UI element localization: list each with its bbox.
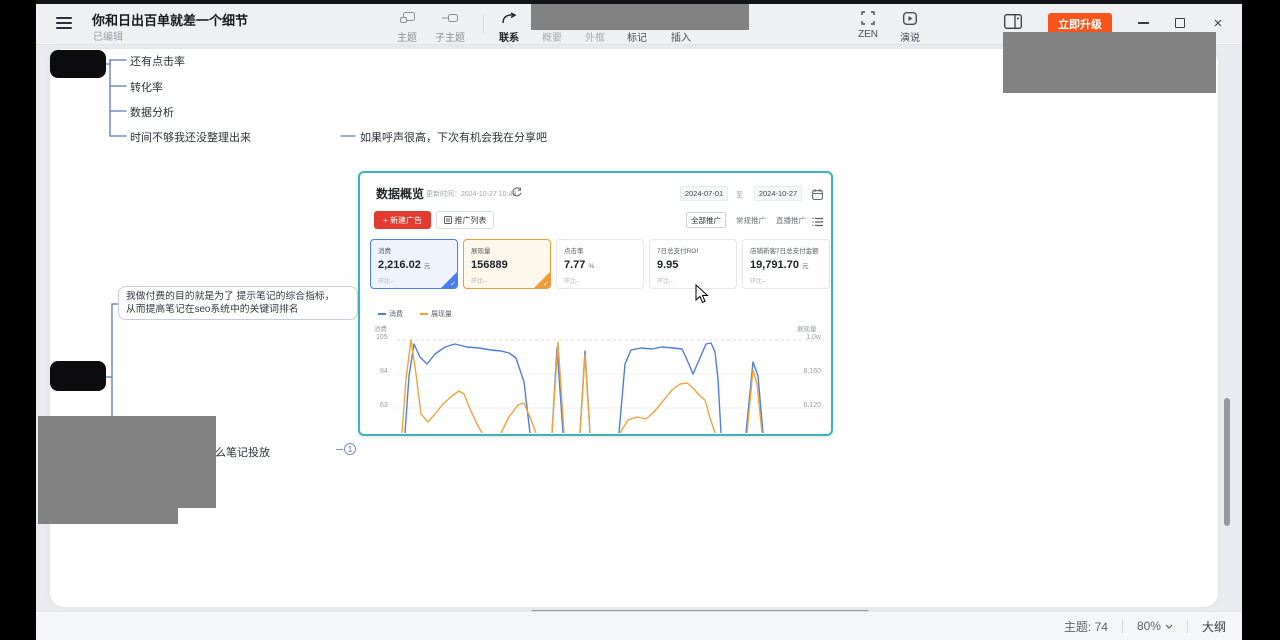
zen-label: ZEN — [846, 29, 890, 40]
zen-mode-button[interactable]: ZEN — [846, 10, 890, 40]
purpose-line-2: 从而提高笔记在seo系统中的关键词排名 — [126, 303, 350, 316]
sidebar-toggle-icon[interactable] — [1004, 14, 1022, 34]
toolbar-topic-label: 主题 — [385, 29, 429, 44]
redacted-root-node-2[interactable] — [50, 361, 106, 391]
toolbar-insert-label: 插入 — [659, 29, 703, 44]
topic-icon — [385, 10, 429, 26]
toolbar-marker-label: 标记 — [615, 29, 659, 44]
outline-button[interactable]: 大纲 — [1202, 618, 1226, 635]
doc-title: 你和日出百单就差一个细节 — [92, 10, 248, 29]
topright-redaction-box — [1003, 32, 1216, 93]
relation-icon — [487, 10, 531, 26]
toolbar-relation-label: 联系 — [487, 29, 531, 44]
chevron-down-icon — [1165, 624, 1173, 629]
purpose-line-1: 我做付费的目的就是为了 提示笔记的综合指标， — [126, 290, 350, 303]
canvas-redaction-box-1 — [38, 416, 216, 508]
statusbar-divider — [1122, 620, 1123, 633]
statusbar: 主题: 74 80% 大纲 — [36, 611, 1242, 640]
statusbar-divider — [1187, 620, 1188, 633]
toolbar-redaction-box — [531, 4, 749, 30]
redacted-root-node-1[interactable] — [50, 50, 106, 78]
zoom-level: 80% — [1137, 619, 1161, 633]
toolbar-subtopic-button[interactable]: 子主题 — [428, 10, 472, 44]
present-label: 演说 — [888, 29, 932, 44]
mouse-cursor — [695, 284, 709, 304]
canvas-redaction-box-2 — [38, 502, 178, 524]
desktop-bg: { "window": { "title": "你和日出百单就差一个细节", "… — [0, 0, 1280, 640]
toolbar-topic-button[interactable]: 主题 — [385, 10, 429, 44]
mindmap-canvas[interactable]: 还有点击率 转化率 数据分析 时间不够我还没整理出来 如果呼声很高，下次有机会我… — [36, 45, 1242, 615]
subtopic-icon — [428, 10, 472, 26]
present-button[interactable]: 演说 — [888, 10, 932, 44]
mindmap-node-purpose[interactable]: 我做付费的目的就是为了 提示笔记的综合指标， 从而提高笔记在seo系统中的关键词… — [118, 286, 358, 320]
app-window: 你和日出百单就差一个细节 已编辑 主题 子主题 联系 概要 外框 — [36, 0, 1242, 640]
toolbar-frame-label: 外框 — [573, 29, 617, 44]
present-icon — [888, 10, 932, 26]
doc-edit-status: 已编辑 — [93, 28, 123, 43]
toolbar-relation-button[interactable]: 联系 — [487, 10, 531, 44]
toolbar-summary-label: 概要 — [530, 29, 574, 44]
mindmap-connectors — [36, 45, 1242, 615]
zoom-control[interactable]: 80% — [1137, 619, 1173, 633]
hamburger-menu-icon[interactable] — [56, 17, 72, 29]
topic-count: 主题: 74 — [1064, 618, 1108, 635]
toolbar-subtopic-label: 子主题 — [428, 29, 472, 44]
toolbar-divider — [483, 15, 484, 33]
zen-icon — [846, 10, 890, 26]
